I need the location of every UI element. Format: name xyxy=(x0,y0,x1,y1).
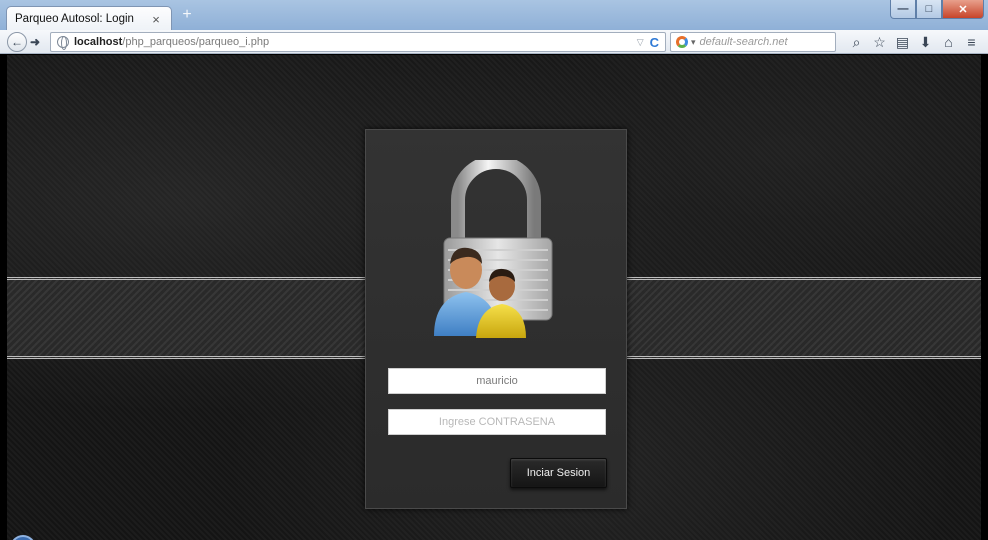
login-button[interactable]: Inciar Sesion xyxy=(510,458,607,488)
menu-icon[interactable]: ≡ xyxy=(960,32,983,52)
navigation-toolbar: ← ➜ localhost /php_parqueos/parqueo_i.ph… xyxy=(0,30,988,54)
new-tab-icon[interactable]: + xyxy=(178,6,196,24)
tab-close-icon[interactable]: × xyxy=(149,12,163,27)
username-field[interactable] xyxy=(388,368,606,394)
close-window-icon[interactable]: ✕ xyxy=(942,0,984,19)
search-icon[interactable]: ⌕ xyxy=(845,32,868,52)
search-engine-dropdown-icon[interactable]: ▾ xyxy=(691,37,696,48)
window-controls: — □ ✕ xyxy=(890,0,984,20)
bookmarks-list-icon[interactable]: ▤ xyxy=(891,32,914,52)
minimize-icon[interactable]: — xyxy=(890,0,916,19)
toolbar-icons: ⌕ ☆ ▤ ⬇ ⌂ ≡ xyxy=(845,32,983,52)
bookmark-star-icon[interactable]: ☆ xyxy=(868,32,891,52)
search-bar[interactable]: ▾ default-search.net xyxy=(670,32,836,52)
window-titlebar: Parqueo Autosol: Login × + — □ ✕ xyxy=(0,0,988,31)
address-bar[interactable]: localhost /php_parqueos/parqueo_i.php ▽ … xyxy=(50,32,666,52)
url-dropdown-icon[interactable]: ▽ xyxy=(637,37,644,48)
maximize-icon[interactable]: □ xyxy=(916,0,942,19)
forward-arrow-icon[interactable]: ➜ xyxy=(30,34,46,50)
url-path: /php_parqueos/parqueo_i.php xyxy=(122,36,270,48)
browser-tab[interactable]: Parqueo Autosol: Login × xyxy=(6,6,172,31)
password-field[interactable] xyxy=(388,409,606,435)
globe-icon xyxy=(57,36,69,50)
home-icon[interactable]: ⌂ xyxy=(937,32,960,52)
reload-icon[interactable]: C xyxy=(650,35,659,50)
login-panel: Inciar Sesion xyxy=(365,129,627,509)
tab-title: Parqueo Autosol: Login xyxy=(15,13,134,25)
search-placeholder: default-search.net xyxy=(699,36,788,48)
padlock-users-icon xyxy=(434,160,553,338)
page-background: Inciar Sesion xyxy=(7,55,981,540)
search-engine-icon[interactable] xyxy=(676,36,688,48)
url-host: localhost xyxy=(74,36,123,48)
back-arrow-icon[interactable]: ← xyxy=(7,32,27,52)
downloads-icon[interactable]: ⬇ xyxy=(914,32,937,52)
